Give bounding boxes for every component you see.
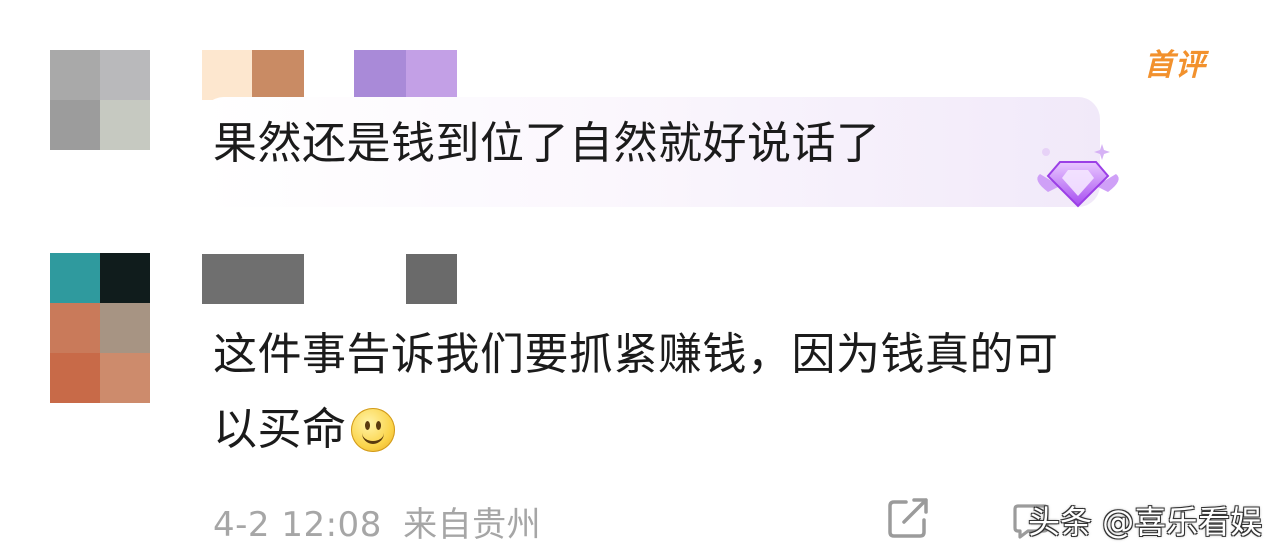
share-icon[interactable] bbox=[886, 496, 932, 540]
comment-text: 果然还是钱到位了自然就好说话了 bbox=[213, 118, 881, 169]
smile-emoji-icon bbox=[350, 408, 395, 452]
comment-location: 来自贵州 bbox=[403, 505, 542, 545]
first-comment-badge: 首评 bbox=[1144, 48, 1206, 83]
username-blurred[interactable] bbox=[202, 50, 457, 100]
comment-time: 4-2 12:08 bbox=[213, 505, 382, 545]
comment-text-line: 这件事告诉我们要抓紧赚钱，因为钱真的可 bbox=[213, 329, 1059, 380]
comment-text: 以买命 bbox=[213, 404, 347, 455]
avatar[interactable] bbox=[50, 50, 150, 150]
username-blurred[interactable] bbox=[202, 254, 457, 304]
comment-meta: 4-2 12:08 来自贵州 bbox=[213, 497, 541, 546]
avatar[interactable] bbox=[50, 253, 150, 403]
purple-gem-icon bbox=[1037, 144, 1119, 208]
watermark: 头条 @喜乐看娱 bbox=[1028, 503, 1263, 541]
comment-text-line-2: 以买命 bbox=[213, 402, 395, 458]
